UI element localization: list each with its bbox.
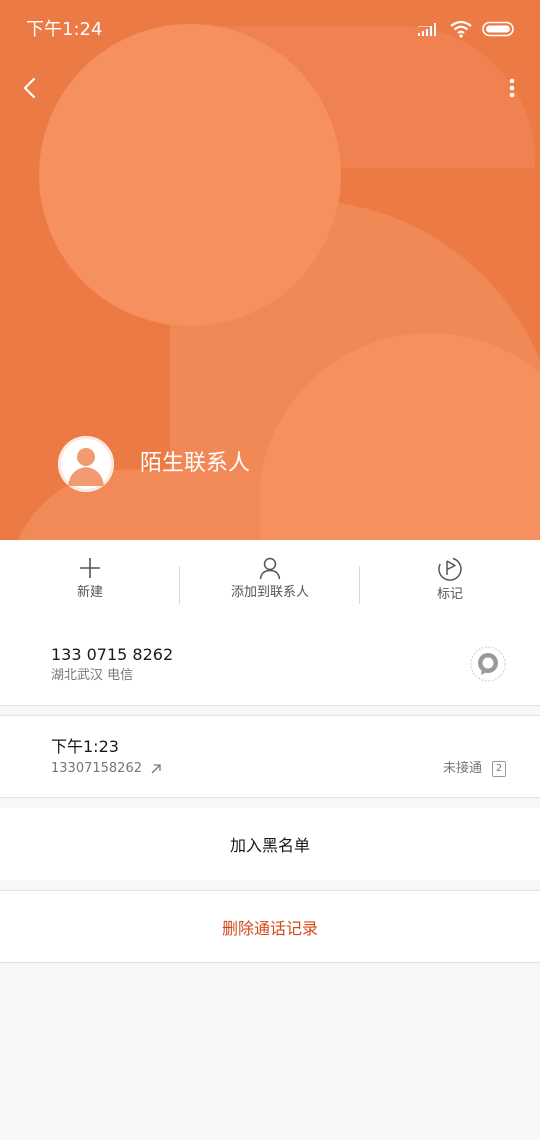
person-silhouette-icon [58,436,114,492]
add-to-blocklist-button[interactable]: 加入黑名单 [0,808,540,880]
new-contact-label: 新建 [76,585,103,600]
phone-number: 133 0715 8262 [51,645,174,664]
call-status: 未接通 [442,761,482,776]
call-log-entry[interactable]: 下午1:23 13307158262 未接通 2 [0,715,540,798]
call-number: 13307158262 [51,761,142,776]
contact-name: 陌生联系人 [140,451,251,476]
chevron-left-icon [23,77,36,99]
mark-label: 标记 [436,587,463,602]
more-options-button[interactable] [504,72,520,104]
call-status-row: 未接通 2 [443,760,506,778]
status-icons [418,20,516,38]
add-to-contacts-button[interactable]: 添加到联系人 [180,540,360,624]
contact-header: 下午1:24 陌生联系人 [0,0,540,540]
battery-icon [482,21,514,37]
avatar [58,436,114,492]
send-message-button[interactable] [470,646,506,682]
outgoing-arrow-icon [151,764,161,774]
message-bubble-icon [470,646,506,682]
delete-call-log-label: 删除通话记录 [221,918,318,938]
add-to-contacts-label: 添加到联系人 [230,585,309,600]
flag-icon [438,557,462,581]
signal-icon [418,23,436,36]
new-contact-button[interactable]: 新建 [0,540,180,624]
status-bar: 下午1:24 [0,0,540,56]
back-button[interactable] [14,72,46,104]
phone-number-row[interactable]: 133 0715 8262 湖北武汉 电信 [0,624,540,706]
add-to-blocklist-label: 加入黑名单 [229,836,310,855]
person-icon [259,557,281,580]
mark-button[interactable]: 标记 [360,540,540,624]
action-bar: 新建 添加到联系人 标记 [0,540,540,624]
more-vertical-icon [509,78,515,98]
phone-location: 湖北武汉 电信 [51,668,134,683]
plus-icon [80,558,100,578]
status-time: 下午1:24 [26,19,103,40]
call-number-row: 13307158262 [51,760,162,778]
delete-call-log-button[interactable]: 删除通话记录 [0,890,540,963]
wifi-icon [450,20,472,38]
sim-badge: 2 [492,761,506,777]
call-time: 下午1:23 [51,737,119,756]
